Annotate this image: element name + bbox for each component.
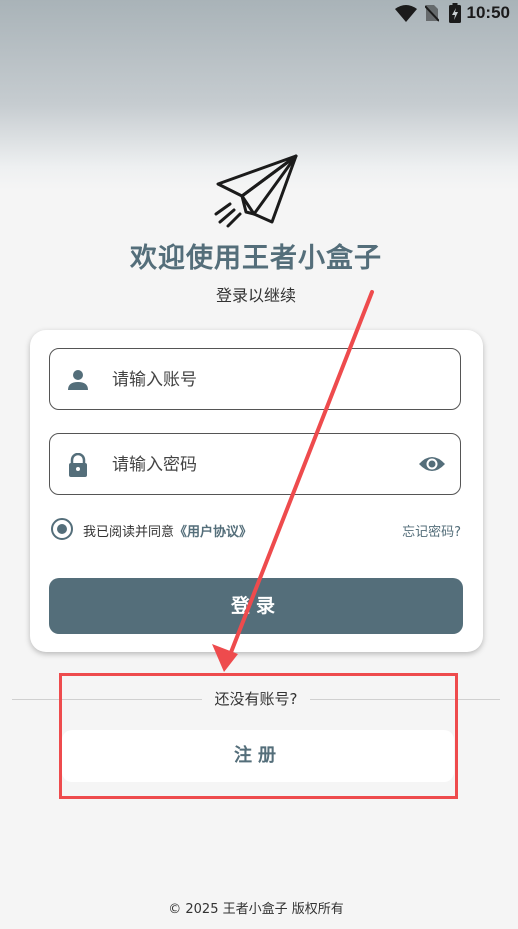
agree-prefix: 我已阅读并同意	[83, 525, 175, 540]
agreement-row: 我已阅读并同意《用户协议》 忘记密码?	[51, 518, 463, 542]
no-sim-icon	[425, 5, 439, 22]
welcome-title: 欢迎使用王者小盒子	[130, 243, 382, 274]
agree-text: 我已阅读并同意《用户协议》	[83, 521, 252, 540]
status-time: 10:50	[466, 3, 510, 22]
paper-plane-icon	[214, 154, 298, 228]
register-prompt: 还没有账号?	[214, 690, 298, 708]
forgot-password-link[interactable]: 忘记密码?	[402, 521, 461, 540]
login-card: 我已阅读并同意《用户协议》 忘记密码? 登录	[30, 330, 483, 652]
user-icon	[68, 370, 88, 390]
battery-charging-icon	[449, 3, 461, 23]
subtitle: 登录以继续	[215, 286, 296, 305]
wifi-icon	[395, 5, 417, 22]
agree-radio[interactable]	[51, 518, 73, 540]
account-input[interactable]	[110, 349, 414, 410]
password-input[interactable]	[110, 434, 414, 495]
register-button[interactable]: 注册	[62, 730, 454, 782]
eye-icon[interactable]	[418, 453, 446, 475]
agree-radio-dot	[57, 524, 67, 534]
login-button[interactable]: 登录	[49, 578, 463, 634]
copyright-footer: © 2025 王者小盒子 版权所有	[168, 902, 344, 917]
account-field[interactable]	[49, 348, 461, 410]
status-bar: 10:50	[0, 0, 518, 28]
user-agreement-link[interactable]: 《用户协议》	[174, 525, 252, 540]
password-field[interactable]	[49, 433, 461, 495]
lock-icon	[69, 453, 87, 477]
